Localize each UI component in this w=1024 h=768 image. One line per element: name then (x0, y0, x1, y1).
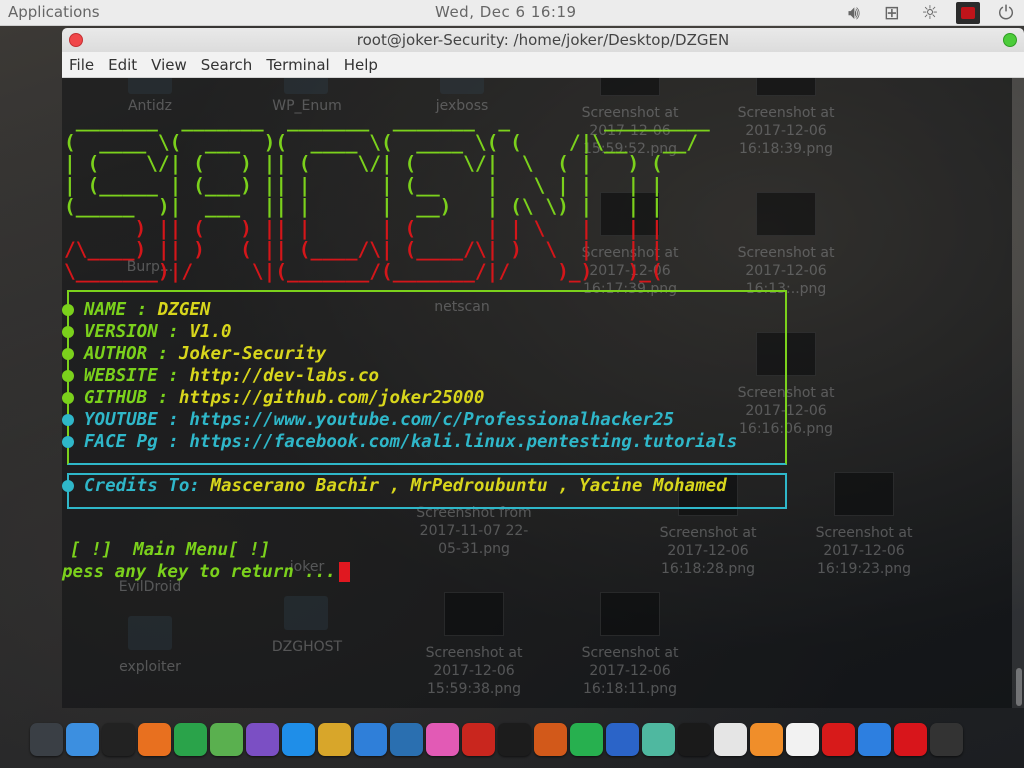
info-separator: : (136, 300, 158, 320)
ascii-banner-top: _______ _______ _______ _______ _ ______… (64, 109, 710, 218)
bullet-icon (62, 436, 74, 448)
browser-icon[interactable] (390, 722, 423, 756)
firefox-icon[interactable] (138, 722, 171, 756)
info-version-line: VERSION : V1.0 (62, 322, 232, 342)
clock[interactable]: Wed, Dec 6 16:19 (435, 3, 577, 21)
dock (30, 718, 1000, 760)
malwarebytes-icon[interactable] (606, 722, 639, 756)
globe-icon[interactable] (210, 722, 243, 756)
scrollbar-thumb[interactable] (1016, 668, 1022, 706)
bull-icon[interactable] (498, 722, 531, 756)
info-separator: : (168, 410, 190, 430)
info-value: https://facebook.com/kali.linux.pentesti… (189, 432, 738, 452)
power-icon[interactable]: ⏻ (994, 2, 1018, 24)
menu-help[interactable]: Help (337, 56, 385, 74)
info-value: Joker-Security (178, 344, 327, 364)
scrollbar[interactable] (1012, 78, 1024, 708)
info-value: DZGEN (157, 300, 211, 320)
bullet-icon (62, 480, 74, 492)
terminal-window[interactable]: root@joker-Security: /home/joker/Desktop… (62, 28, 1024, 708)
terminal-cursor (338, 562, 350, 582)
bullet-icon (62, 414, 74, 426)
prompt-text: pess any key to return ... (62, 562, 336, 582)
applications-menu[interactable]: Applications (8, 3, 100, 21)
window-titlebar[interactable]: root@joker-Security: /home/joker/Desktop… (62, 28, 1024, 52)
info-label: WEBSITE (84, 366, 169, 386)
matrix-icon[interactable] (678, 722, 711, 756)
bullet-icon (62, 392, 74, 404)
menu-terminal[interactable]: Terminal (259, 56, 336, 74)
main-menu-label: [ !] Main Menu[ !] (70, 540, 271, 560)
info-value: https://github.com/joker25000 (178, 388, 485, 408)
viber-icon[interactable] (246, 722, 279, 756)
info-separator: : (168, 432, 190, 452)
info-label: GITHUB (84, 388, 158, 408)
sublime-icon[interactable] (750, 722, 783, 756)
terminal-icon[interactable] (102, 722, 135, 756)
menu-edit[interactable]: Edit (101, 56, 144, 74)
menubar: File Edit View Search Terminal Help (62, 52, 1024, 78)
system-monitor-icon[interactable] (30, 722, 63, 756)
credits-label: Credits To: (84, 476, 211, 496)
video-editor-icon[interactable] (930, 722, 963, 756)
itunes-icon[interactable] (426, 722, 459, 756)
app-store-icon[interactable] (282, 722, 315, 756)
credits-line: Credits To: Mascerano Bachir , MrPedroub… (62, 476, 727, 496)
bullet-icon (62, 326, 74, 338)
bullet-icon (62, 348, 74, 360)
info-label: NAME (84, 300, 137, 320)
bullet-icon (62, 304, 74, 316)
notes-icon[interactable] (786, 722, 819, 756)
info-separator: : (168, 322, 190, 342)
menu-file[interactable]: File (62, 56, 101, 74)
settings-panel-icon[interactable] (858, 722, 891, 756)
top-panel: Applications Wed, Dec 6 16:19 🔊︎ ⊞ ☼ ⏻ (0, 0, 1024, 26)
credits-value: Mascerano Bachir , MrPedroubuntu , Yacin… (210, 476, 727, 496)
system-tray: 🔊︎ ⊞ ☼ ⏻ (842, 2, 1018, 24)
ruby-icon[interactable] (822, 722, 855, 756)
info-separator: : (157, 388, 179, 408)
network-icon[interactable]: ⊞ (880, 2, 904, 24)
info-author-line: AUTHOR : Joker-Security (62, 344, 326, 364)
code-editor-icon[interactable] (318, 722, 351, 756)
bullet-icon (62, 370, 74, 382)
info-separator: : (168, 366, 190, 386)
brightness-icon[interactable]: ☼ (918, 2, 942, 24)
info-label: AUTHOR (84, 344, 158, 364)
record-icon[interactable] (894, 722, 927, 756)
close-button[interactable] (69, 33, 83, 47)
info-github-line: GITHUB : https://github.com/joker25000 (62, 388, 484, 408)
info-label: VERSION (84, 322, 169, 342)
ascii-banner-bottom: ) || ( ) || | | ( | | \ | | | /\____) ||… (64, 216, 663, 283)
lightning-icon[interactable] (570, 722, 603, 756)
return-prompt: pess any key to return ... (62, 562, 350, 582)
menu-search[interactable]: Search (194, 56, 260, 74)
filezilla-icon[interactable] (462, 722, 495, 756)
anime-icon[interactable] (642, 722, 675, 756)
terminal-output[interactable]: _______ _______ _______ _______ _ ______… (62, 78, 1012, 708)
volume-icon[interactable]: 🔊︎ (842, 2, 866, 24)
palette-icon[interactable] (714, 722, 747, 756)
ascii-banner: _______ _______ _______ _______ _ ______… (64, 110, 721, 282)
menu-view[interactable]: View (144, 56, 194, 74)
info-youtube-line: YOUTUBE : https://www.youtube.com/c/Prof… (62, 410, 674, 430)
info-label: YOUTUBE (84, 410, 169, 430)
info-label: FACE Pg (84, 432, 169, 452)
chrome-icon[interactable] (174, 722, 207, 756)
window-title: root@joker-Security: /home/joker/Desktop… (356, 31, 730, 49)
info-website-line: WEBSITE : http://dev-labs.co (62, 366, 379, 386)
maximize-button[interactable] (1003, 33, 1017, 47)
info-value: http://dev-labs.co (189, 366, 380, 386)
finder-icon[interactable] (66, 722, 99, 756)
info-facebook-line: FACE Pg : https://facebook.com/kali.linu… (62, 432, 737, 452)
atom-icon[interactable] (354, 722, 387, 756)
info-name-line: NAME : DZGEN (62, 300, 210, 320)
info-value: https://www.youtube.com/c/Professionalha… (189, 410, 675, 430)
info-separator: : (157, 344, 179, 364)
info-value: V1.0 (189, 322, 232, 342)
screen-recorder-icon[interactable] (956, 2, 980, 24)
mask-icon[interactable] (534, 722, 567, 756)
